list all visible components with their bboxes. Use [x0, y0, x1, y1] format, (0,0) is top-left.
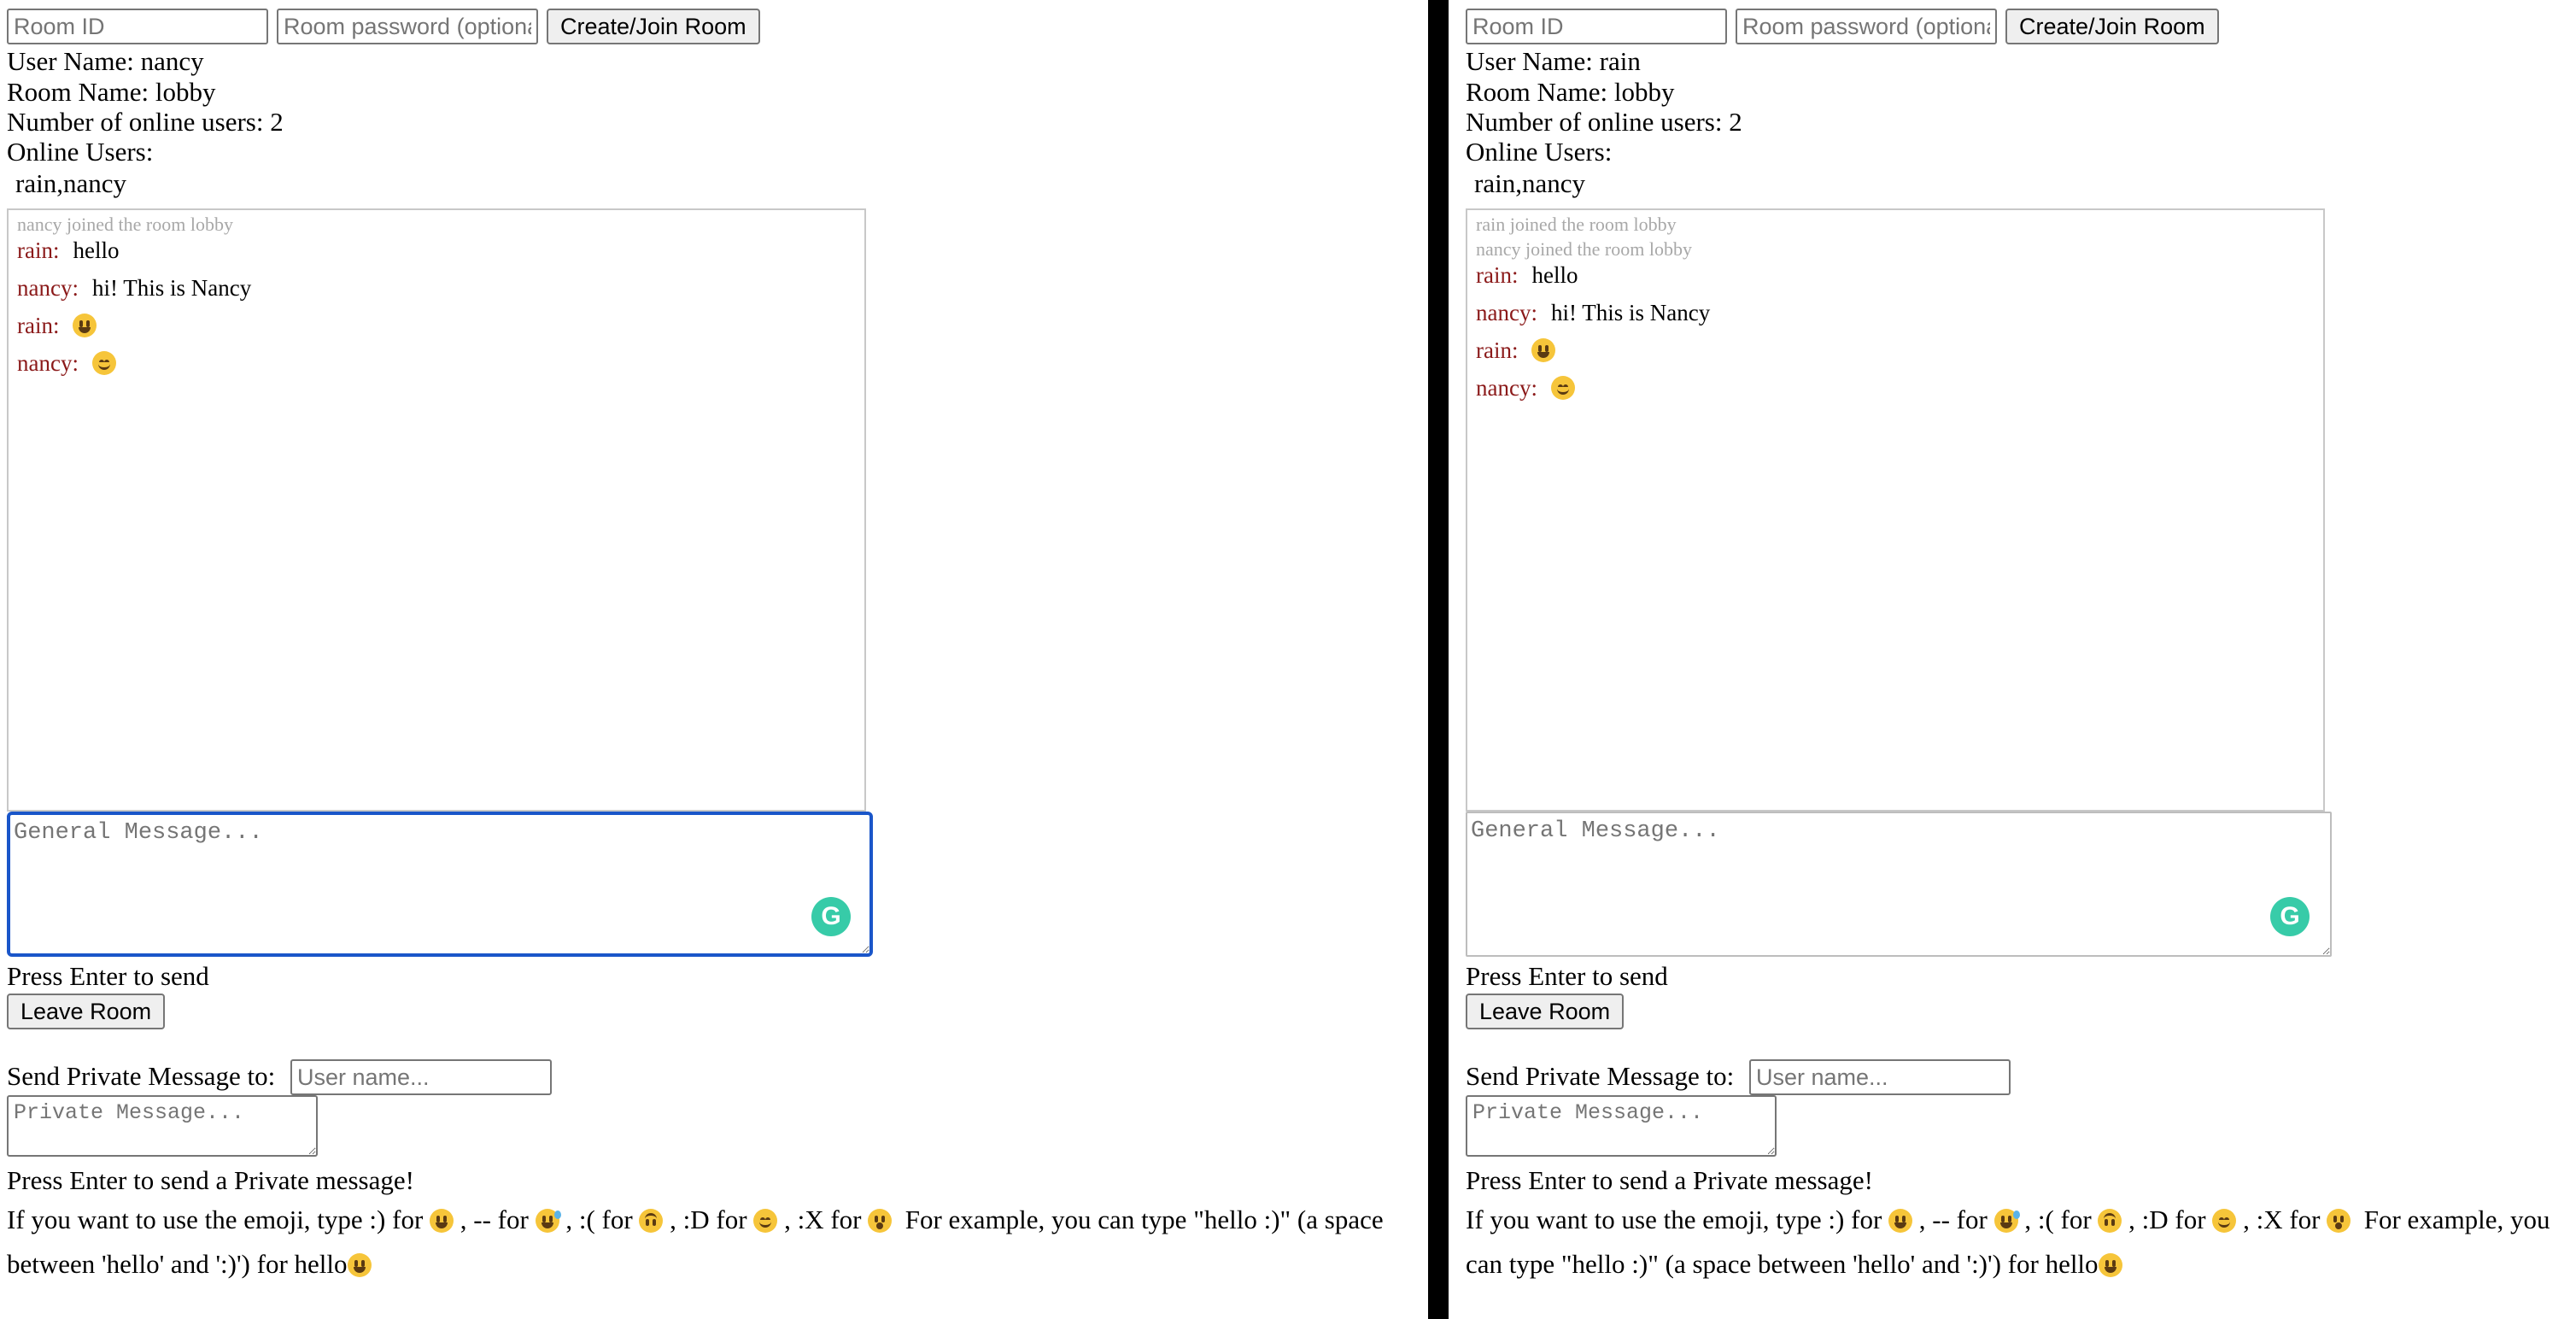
leave-room-button[interactable]: Leave Room [7, 994, 166, 1029]
press-enter-private-hint: Press Enter to send a Private message! [7, 1165, 414, 1195]
blush-emoji-icon [2212, 1209, 2237, 1233]
create-join-room-button[interactable]: Create/Join Room [2005, 9, 2219, 44]
room-password-input[interactable] [277, 9, 538, 44]
online-users-label: Online Users: [1466, 137, 1613, 167]
private-message-label: Send Private Message to: [7, 1061, 276, 1091]
emoji-help-intro: If you want to use the emoji, type :) fo… [1466, 1205, 1882, 1234]
user-name-line: User Name: nancy [7, 46, 204, 76]
private-user-input[interactable] [290, 1059, 552, 1095]
room-password-input[interactable] [1736, 9, 1997, 44]
emoji-help-x: , :X for [2243, 1205, 2321, 1234]
private-message-input[interactable] [1466, 1095, 1777, 1157]
message-user: nancy: [1476, 375, 1537, 401]
press-enter-private-hint: Press Enter to send a Private message! [1466, 1165, 1873, 1195]
message-text: hello [1531, 262, 1578, 288]
smile-emoji-icon [73, 314, 97, 337]
message-user: nancy: [17, 275, 79, 301]
sweat-smile-emoji-icon [535, 1209, 561, 1233]
upside-down-emoji-icon [639, 1209, 664, 1233]
upside-down-emoji-icon [2098, 1209, 2122, 1233]
message-user: nancy: [17, 350, 79, 376]
room-id-input[interactable] [1466, 9, 1727, 44]
chat-log[interactable]: nancy joined the room lobby rain: hello n… [7, 208, 866, 812]
message-text: hello [73, 237, 120, 263]
astonished-emoji-icon [2327, 1209, 2351, 1233]
grammarly-icon[interactable]: G [2270, 897, 2310, 936]
window-divider [1428, 0, 1449, 1319]
smile-emoji-icon [430, 1209, 454, 1233]
press-enter-hint: Press Enter to send [7, 961, 209, 991]
room-id-input[interactable] [7, 9, 268, 44]
blush-emoji-icon [1550, 376, 1575, 400]
message-user: rain: [17, 313, 60, 338]
system-message: rain joined the room lobby [1476, 214, 1677, 235]
chat-message: nancy: hi! This is Nancy [1476, 294, 2323, 331]
chat-window-left: Create/Join Room User Name: nancy Room N… [7, 0, 1425, 1319]
message-user: rain: [1476, 337, 1519, 363]
online-count-line: Number of online users: 2 [7, 107, 284, 137]
emoji-help-frown: , :( for [565, 1205, 633, 1234]
create-join-room-button[interactable]: Create/Join Room [547, 9, 760, 44]
chat-message: rain: [1476, 331, 2323, 369]
private-message-input[interactable] [7, 1095, 318, 1157]
smile-emoji-icon [2098, 1253, 2122, 1277]
emoji-help-dash: , -- for [460, 1205, 529, 1234]
online-users-list: rain,nancy [15, 168, 126, 198]
room-name-line: Room Name: lobby [7, 77, 216, 107]
chat-window-right: Create/Join Room User Name: rain Room Na… [1466, 0, 2576, 1319]
message-user: rain: [1476, 262, 1519, 288]
user-name-line: User Name: rain [1466, 46, 1641, 76]
smile-emoji-icon [347, 1253, 372, 1277]
chat-message: rain: [17, 307, 864, 344]
smile-emoji-icon [1888, 1209, 1913, 1233]
online-count-line: Number of online users: 2 [1466, 107, 1742, 137]
online-users-label: Online Users: [7, 137, 154, 167]
smile-emoji-icon [1531, 338, 1556, 362]
message-user: nancy: [1476, 300, 1537, 325]
emoji-help-d: , :D for [670, 1205, 747, 1234]
emoji-help-d: , :D for [2128, 1205, 2206, 1234]
message-text: hi! This is Nancy [91, 275, 252, 301]
general-message-input[interactable] [7, 812, 873, 957]
leave-room-button[interactable]: Leave Room [1466, 994, 1625, 1029]
sweat-smile-emoji-icon [1993, 1209, 2020, 1233]
chat-message: nancy: [17, 344, 864, 382]
online-users-list: rain,nancy [1474, 168, 1585, 198]
chat-message: nancy: [1476, 369, 2323, 407]
private-message-label: Send Private Message to: [1466, 1061, 1735, 1091]
emoji-help-frown: , :( for [2024, 1205, 2092, 1234]
general-message-input[interactable] [1466, 812, 2332, 957]
press-enter-hint: Press Enter to send [1466, 961, 1668, 991]
chat-message: rain: hello [17, 232, 864, 269]
emoji-help-intro: If you want to use the emoji, type :) fo… [7, 1205, 424, 1234]
emoji-help-text: If you want to use the emoji, type :) fo… [7, 1198, 1408, 1287]
chat-message: nancy: hi! This is Nancy [17, 269, 864, 307]
chat-message: rain: hello [1476, 256, 2323, 294]
blush-emoji-icon [91, 351, 116, 375]
emoji-help-dash: , -- for [1918, 1205, 1988, 1234]
message-user: rain: [17, 237, 60, 263]
private-user-input[interactable] [1749, 1059, 2011, 1095]
astonished-emoji-icon [868, 1209, 893, 1233]
room-name-line: Room Name: lobby [1466, 77, 1675, 107]
blush-emoji-icon [753, 1209, 778, 1233]
grammarly-icon[interactable]: G [811, 897, 851, 936]
message-text: hi! This is Nancy [1550, 300, 1711, 325]
emoji-help-text: If you want to use the emoji, type :) fo… [1466, 1198, 2567, 1287]
emoji-help-x: , :X for [784, 1205, 862, 1234]
chat-log[interactable]: rain joined the room lobby nancy joined … [1466, 208, 2325, 812]
